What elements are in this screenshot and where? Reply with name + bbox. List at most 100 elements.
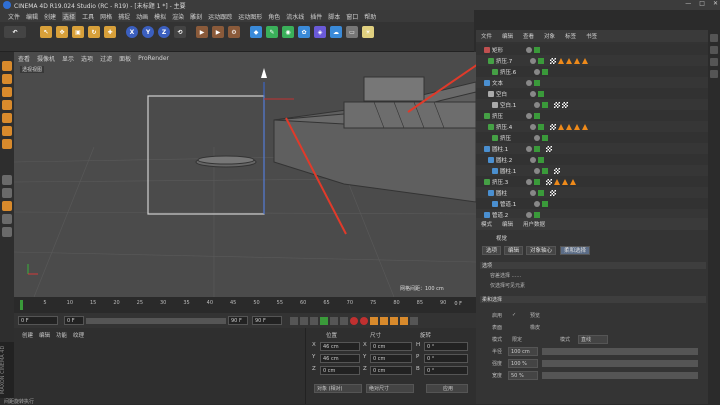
rotation-key-icon[interactable] — [400, 316, 408, 325]
prev-key-icon[interactable] — [300, 316, 308, 325]
light-icon[interactable]: ☀ — [362, 26, 374, 38]
move-icon[interactable]: ✥ — [56, 26, 68, 38]
viewport[interactable] — [14, 52, 476, 297]
soft-select-icon[interactable] — [2, 201, 12, 211]
visibility-dots-icon[interactable] — [534, 200, 540, 207]
object-row[interactable]: 圆柱.1 — [476, 165, 708, 176]
enabled-check-icon[interactable] — [542, 101, 548, 108]
object-row[interactable]: 挤压.4 — [476, 121, 708, 132]
menu-item-12[interactable]: 运动图形 — [238, 12, 262, 21]
timeline-ruler[interactable]: 051015202530354045505560657075808590 0 F — [14, 297, 476, 313]
visibility-dots-icon[interactable] — [530, 57, 536, 64]
menu-item-1[interactable]: 编辑 — [26, 12, 38, 21]
object-row[interactable]: 挤压.3 — [476, 176, 708, 187]
size-field[interactable]: 0 cm — [370, 342, 412, 351]
object-menu-item-1[interactable]: 编辑 — [502, 32, 513, 40]
attribute-slider[interactable] — [542, 348, 698, 355]
object-menu-item-5[interactable]: 书签 — [586, 32, 597, 40]
texture-tag-icon[interactable] — [554, 101, 560, 108]
timeline-menu-icon[interactable] — [410, 316, 418, 325]
workplane-icon[interactable] — [2, 100, 12, 110]
menu-item-5[interactable]: 网格 — [100, 12, 112, 21]
menu-item-9[interactable]: 渲染 — [172, 12, 184, 21]
viewport-menu-item-2[interactable]: 显示 — [62, 54, 74, 63]
go-to-end-icon[interactable] — [340, 316, 348, 325]
phong-tag-icon[interactable] — [570, 178, 576, 185]
attribute-menu-item-2[interactable]: 用户数据 — [523, 220, 545, 228]
object-row[interactable]: 管道.1 — [476, 198, 708, 209]
object-name[interactable]: 空白.1 — [500, 101, 534, 109]
menu-item-11[interactable]: 运动跟踪 — [208, 12, 232, 21]
texture-tag-icon[interactable] — [554, 167, 560, 174]
attribute-slider[interactable] — [542, 360, 698, 367]
texture-tag-icon[interactable] — [550, 189, 556, 196]
object-row[interactable]: 空白 — [476, 88, 708, 99]
texture-mode-icon[interactable] — [2, 87, 12, 97]
render-view-icon[interactable]: ▶ — [196, 26, 208, 38]
menu-item-17[interactable]: 窗口 — [346, 12, 358, 21]
visibility-dots-icon[interactable] — [530, 156, 536, 163]
go-to-start-icon[interactable] — [290, 316, 298, 325]
object-row[interactable]: 圆柱 — [476, 187, 708, 198]
object-name[interactable]: 挤压 — [492, 112, 526, 120]
object-name[interactable]: 圆柱 — [496, 189, 530, 197]
visibility-dots-icon[interactable] — [530, 189, 536, 196]
object-menu-item-3[interactable]: 对象 — [544, 32, 555, 40]
texture-tag-icon[interactable] — [550, 57, 556, 64]
layout-structure-tab[interactable] — [710, 58, 718, 66]
menu-item-18[interactable]: 帮助 — [364, 12, 376, 21]
object-name[interactable]: 圆柱.2 — [496, 156, 530, 164]
menu-item-13[interactable]: 角色 — [268, 12, 280, 21]
visibility-dots-icon[interactable] — [526, 211, 532, 218]
object-name[interactable]: 挤压.6 — [500, 68, 534, 76]
model-mode-icon[interactable] — [2, 74, 12, 84]
viewport-menu-item-0[interactable]: 查看 — [18, 54, 30, 63]
size-field[interactable]: 0 cm — [370, 354, 412, 363]
attribute-value-field[interactable]: 100 cm — [508, 347, 538, 356]
object-row[interactable]: 圆柱.1 — [476, 143, 708, 154]
visibility-dots-icon[interactable] — [526, 178, 532, 185]
visibility-dots-icon[interactable] — [530, 90, 536, 97]
menu-item-0[interactable]: 文件 — [8, 12, 20, 21]
coord-mode-select[interactable]: 对象 (相对) — [314, 384, 362, 393]
viewport-menu-item-6[interactable]: ProRender — [138, 55, 169, 62]
phong-tag-icon[interactable] — [574, 57, 580, 64]
object-menu-item-4[interactable]: 标签 — [565, 32, 576, 40]
play-icon[interactable] — [320, 316, 328, 325]
enabled-check-icon[interactable] — [538, 123, 544, 130]
enabled-check-icon[interactable] — [542, 167, 548, 174]
material-menu-item-0[interactable]: 创建 — [22, 331, 33, 339]
maximize-button[interactable]: □ — [699, 0, 705, 7]
layout-content-tab[interactable] — [710, 46, 718, 54]
recent-tool-icon[interactable]: ✚ — [104, 26, 116, 38]
menu-item-15[interactable]: 插件 — [310, 12, 322, 21]
phong-tag-icon[interactable] — [558, 123, 564, 130]
texture-tag-icon[interactable] — [546, 145, 552, 152]
x-axis-button[interactable]: X — [126, 26, 138, 38]
enabled-check-icon[interactable] — [542, 68, 548, 75]
phong-tag-icon[interactable] — [566, 123, 572, 130]
z-axis-button[interactable]: Z — [158, 26, 170, 38]
menu-item-2[interactable]: 创建 — [44, 12, 56, 21]
menu-item-14[interactable]: 流水线 — [286, 12, 304, 21]
environment-icon[interactable]: ☁ — [330, 26, 342, 38]
play-backward-icon[interactable] — [310, 316, 318, 325]
phong-tag-icon[interactable] — [582, 57, 588, 64]
object-row[interactable]: 空白.1 — [476, 99, 708, 110]
keyframe-selection-icon[interactable] — [370, 316, 378, 325]
attribute-menu-item-1[interactable]: 编辑 — [502, 220, 513, 228]
menu-item-10[interactable]: 雕刻 — [190, 12, 202, 21]
object-name[interactable]: 挤压.4 — [496, 123, 530, 131]
attribute-tab-button-3[interactable]: 柔和选择 — [560, 246, 591, 255]
undo-button[interactable]: ↶ — [4, 26, 26, 38]
object-row[interactable]: 矩形 — [476, 44, 708, 55]
polygons-mode-icon[interactable] — [2, 139, 12, 149]
object-name[interactable]: 管道.1 — [500, 200, 534, 208]
visibility-dots-icon[interactable] — [534, 101, 540, 108]
tolerance-select-option[interactable]: 容差选择 ...... — [490, 272, 521, 279]
position-field[interactable]: 46 cm — [320, 342, 360, 351]
enabled-check-icon[interactable] — [542, 200, 548, 207]
visibility-dots-icon[interactable] — [526, 79, 532, 86]
object-name[interactable]: 圆柱.1 — [492, 145, 526, 153]
enabled-check-icon[interactable] — [534, 79, 540, 86]
